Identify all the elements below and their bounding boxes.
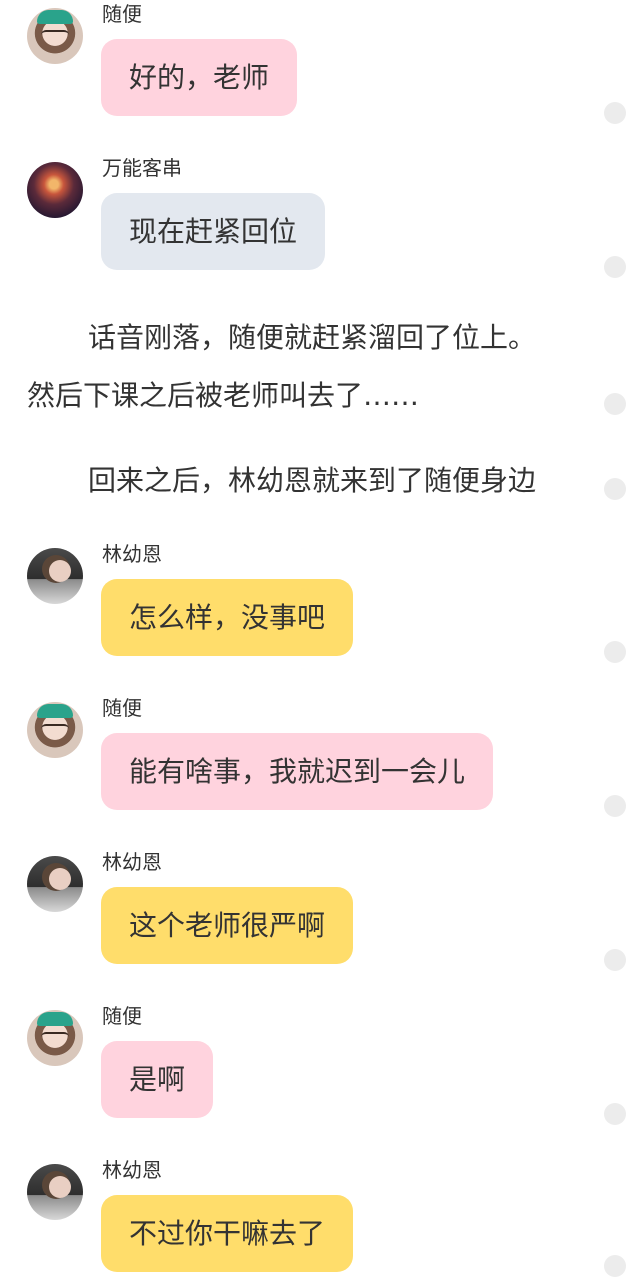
message-select-dot[interactable] xyxy=(604,256,626,278)
message-bubble[interactable]: 能有啥事，我就迟到一会儿 xyxy=(101,733,494,810)
message-bubble[interactable]: 不过你干嘛去了 xyxy=(101,1195,354,1272)
message-bubble[interactable]: 这个老师很严啊 xyxy=(101,887,354,964)
girl-dark-room-avatar-icon[interactable] xyxy=(27,548,83,604)
narration-paragraph: 话音刚落，随便就赶紧溜回了位上。 xyxy=(88,321,537,354)
message-select-dot[interactable] xyxy=(604,1255,626,1277)
message-select-dot[interactable] xyxy=(604,1103,626,1125)
message-select-dot[interactable] xyxy=(604,949,626,971)
nebula-avatar-icon[interactable] xyxy=(27,162,83,218)
girl-teal-hat-avatar-icon[interactable] xyxy=(27,702,83,758)
narration-paragraph: 然后下课之后被老师叫去了…… xyxy=(27,379,420,412)
sender-name: 随便 xyxy=(102,696,142,720)
chat-feed: 随便 好的，老师 万能客串 现在赶紧回位 话音刚落，随便就赶紧溜回了位上。 然后… xyxy=(0,0,640,1280)
girl-dark-room-avatar-icon[interactable] xyxy=(27,856,83,912)
message-bubble[interactable]: 现在赶紧回位 xyxy=(101,193,326,270)
narration-select-dot[interactable] xyxy=(604,478,626,500)
sender-name: 万能客串 xyxy=(102,156,182,180)
message-bubble[interactable]: 好的，老师 xyxy=(101,39,298,116)
narration-select-dot[interactable] xyxy=(604,393,626,415)
message-bubble[interactable]: 是啊 xyxy=(101,1041,214,1118)
girl-teal-hat-avatar-icon[interactable] xyxy=(27,8,83,64)
message-bubble[interactable]: 怎么样，没事吧 xyxy=(101,579,354,656)
sender-name: 林幼恩 xyxy=(102,850,162,874)
message-select-dot[interactable] xyxy=(604,102,626,124)
sender-name: 随便 xyxy=(102,1004,142,1028)
girl-dark-room-avatar-icon[interactable] xyxy=(27,1164,83,1220)
message-select-dot[interactable] xyxy=(604,795,626,817)
message-select-dot[interactable] xyxy=(604,641,626,663)
girl-teal-hat-avatar-icon[interactable] xyxy=(27,1010,83,1066)
sender-name: 随便 xyxy=(102,2,142,26)
sender-name: 林幼恩 xyxy=(102,1158,162,1182)
sender-name: 林幼恩 xyxy=(102,542,162,566)
narration-paragraph: 回来之后，林幼恩就来到了随便身边 xyxy=(88,464,537,497)
